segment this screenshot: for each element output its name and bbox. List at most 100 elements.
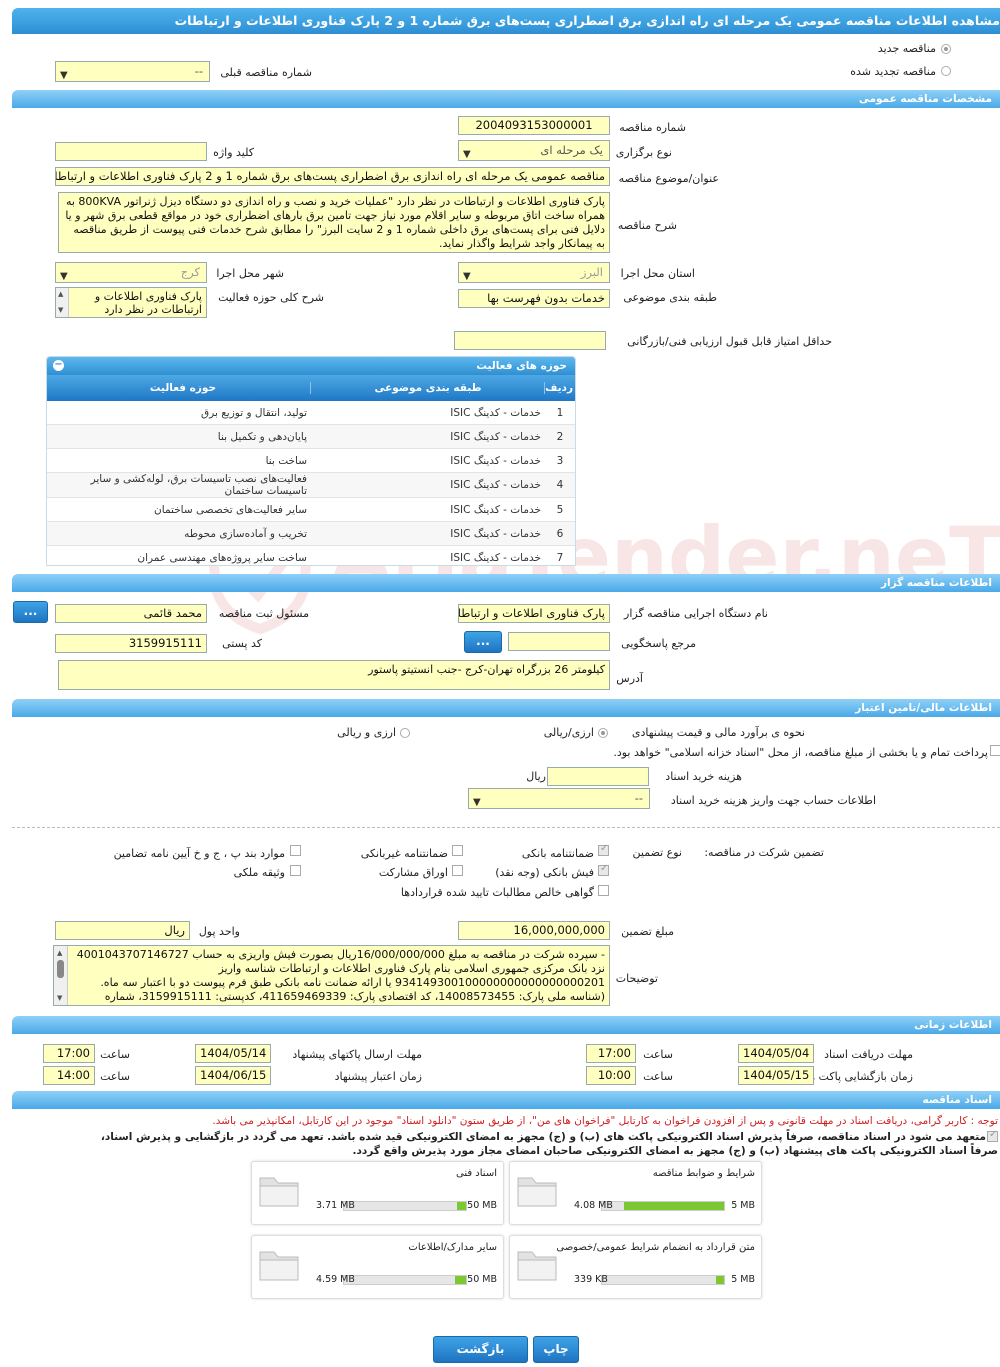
doc-fee-field[interactable] — [547, 767, 649, 786]
row-number: 1 — [545, 401, 575, 425]
notes-label: توضیحات — [615, 972, 658, 985]
receive-time-field[interactable]: 17:00 — [586, 1044, 636, 1063]
currency-unit-label: واحد پول — [198, 925, 240, 938]
receive-time-label: ساعت — [643, 1048, 673, 1061]
send-date-field[interactable]: 1404/05/14 — [195, 1044, 271, 1063]
doc-card[interactable]: شرایط و ضوابط مناقصه 5 MB 4.08 MB — [509, 1161, 762, 1225]
renewed-tender-radio[interactable] — [941, 66, 951, 76]
nonbank-guarantee-checkbox[interactable] — [452, 845, 463, 856]
claims-checkbox[interactable] — [598, 885, 609, 896]
table-row: 7 خدمات - کدینگ ISIC ساخت سایر پروژه‌های م… — [47, 545, 575, 565]
category-label: طبقه بندی موضوعی — [623, 291, 717, 304]
back-button[interactable]: بازگشت — [433, 1336, 528, 1363]
validity-time-field[interactable]: 14:00 — [43, 1066, 95, 1085]
activity-desc-field[interactable]: پارک فناوری اطلاعات و ارتباطات در نظر دا… — [55, 287, 207, 318]
doc-card-max: 50 MB — [467, 1274, 497, 1285]
new-tender-radio[interactable] — [941, 44, 951, 54]
doc-card-name: شرایط و ضوابط مناقصه — [652, 1168, 755, 1179]
currency-rial-option-label: ارزی و ریالی — [337, 726, 396, 739]
keyword-label: کلید واژه — [213, 146, 254, 159]
table-row: 2 خدمات - کدینگ ISIC پایان‌دهی و تکمیل بنا — [47, 424, 575, 449]
notes-field[interactable]: - سپرده شرکت در مناقصه به مبلغ 16/000/00… — [53, 945, 610, 1006]
rial-radio[interactable] — [598, 728, 608, 738]
organizer-section-header: اطلاعات مناقصه گزار — [12, 574, 1000, 592]
row-field: ساخت بنا — [47, 448, 311, 473]
doc-card-max: 5 MB — [731, 1274, 755, 1285]
amount-field[interactable]: 16,000,000,000 — [458, 921, 610, 940]
scrollbar[interactable]: ▲ ▼ — [54, 946, 68, 1005]
currency-rial-radio[interactable] — [400, 728, 410, 738]
row-category: خدمات - کدینگ ISIC — [311, 472, 545, 498]
doc-card-size: 4.59 MB — [316, 1274, 355, 1285]
docs-notice: توجه : کاربر گرامی، دریافت اسناد در مهلت… — [212, 1115, 998, 1127]
opening-time-field[interactable]: 10:00 — [586, 1066, 636, 1085]
page-title: مشاهده اطلاعات مناقصه عمومی یک مرحله ای … — [12, 8, 1000, 34]
row-category: خدمات - کدینگ ISIC — [311, 401, 545, 425]
account-select[interactable]: -- ▼ — [468, 788, 650, 809]
activities-table-header: ردیف طبقه بندی موضوعی حوزه فعالیت — [47, 375, 575, 401]
validity-time-label: ساعت — [100, 1070, 130, 1083]
rial-option-label: ارزی/ریالی — [543, 726, 594, 739]
folder-icon — [517, 1177, 557, 1207]
min-score-field[interactable] — [454, 331, 606, 350]
docs-section-header: اسناد مناقصه — [12, 1091, 1000, 1109]
treasury-checkbox[interactable] — [990, 745, 1000, 756]
collapse-icon[interactable]: − — [53, 360, 64, 371]
row-field: سایر فعالیت‌های تخصصی ساختمان — [47, 497, 311, 522]
tender-number-field[interactable]: 2004093153000001 — [458, 116, 610, 135]
row-number: 6 — [545, 521, 575, 546]
officer-label: مسئول ثبت مناقصه — [218, 607, 309, 620]
org-field[interactable]: پارک فناوری اطلاعات و ارتباطات — [458, 604, 610, 623]
officer-field[interactable]: محمد قائمی — [55, 604, 207, 623]
opening-date-field[interactable]: 1404/05/15 — [738, 1066, 814, 1085]
chevron-down-icon: ▼ — [463, 149, 471, 160]
address-field[interactable]: کیلومتر 26 بزرگراه تهران-کرج -جنب انستیت… — [58, 660, 610, 690]
subject-field[interactable]: مناقصه عمومی یک مرحله ای راه اندازی برق … — [55, 167, 610, 186]
doc-size-progress — [343, 1275, 467, 1285]
row-number: 7 — [545, 545, 575, 565]
nonbank-guarantee-label: ضمانتنامه غیربانکی — [360, 847, 448, 860]
chevron-down-icon: ▼ — [473, 797, 481, 808]
bank-guarantee-checkbox[interactable] — [598, 843, 609, 856]
clauses-checkbox[interactable] — [290, 845, 301, 856]
print-button[interactable]: چاپ — [533, 1336, 579, 1363]
clauses-label: موارد بند پ ، ج و خ آیین نامه تضامین — [113, 847, 285, 860]
scrollbar[interactable]: ▲ ▼ — [56, 288, 69, 317]
prev-tender-select[interactable]: -- ▼ — [55, 61, 210, 82]
validity-date-field[interactable]: 1404/06/15 — [195, 1066, 271, 1085]
description-field[interactable]: پارک فناوری اطلاعات و ارتباطات در نظر دا… — [58, 192, 610, 253]
doc-card[interactable]: اسناد فنی 50 MB 3.71 MB — [251, 1161, 504, 1225]
receive-deadline-label: مهلت دریافت اسناد — [824, 1048, 913, 1061]
holding-type-label: نوع برگزاری — [615, 146, 672, 159]
ref-lookup-button[interactable]: ... — [464, 631, 502, 653]
property-checkbox[interactable] — [290, 865, 301, 876]
send-time-label: ساعت — [100, 1048, 130, 1061]
currency-unit-field[interactable]: ریال — [55, 921, 190, 940]
ref-field[interactable] — [508, 632, 610, 651]
category-field[interactable]: خدمات بدون فهرست بها — [458, 289, 610, 308]
row-field: تخریب و آماده‌سازی محوطه — [47, 521, 311, 546]
cash-checkbox[interactable] — [598, 863, 609, 876]
estimate-label: نحوه ی برآورد مالی و قیمت پیشنهادی — [631, 726, 805, 739]
row-field: فعالیت‌های نصب تاسیسات برق، لوله‌کشی و س… — [47, 472, 311, 498]
bonds-checkbox[interactable] — [452, 865, 463, 876]
folder-icon — [259, 1177, 299, 1207]
send-deadline-label: مهلت ارسال پاکتهای پیشنهاد — [292, 1048, 422, 1061]
guarantee-type-label: نوع تضمین — [632, 846, 682, 859]
holding-type-select[interactable]: یک مرحله ای ▼ — [458, 140, 610, 161]
send-time-field[interactable]: 17:00 — [43, 1044, 95, 1063]
chevron-down-icon: ▼ — [60, 70, 68, 81]
commitment-checkbox[interactable] — [987, 1129, 998, 1142]
doc-size-progress — [601, 1275, 725, 1285]
postal-field[interactable]: 3159915111 — [55, 634, 207, 653]
receive-date-field[interactable]: 1404/05/04 — [738, 1044, 814, 1063]
city-select[interactable]: کرج ▼ — [55, 262, 207, 283]
opening-label: زمان بازگشایی پاکت ها — [805, 1070, 913, 1083]
officer-lookup-button[interactable]: ... — [13, 601, 48, 623]
doc-card[interactable]: متن قرارداد به انضمام شرایط عمومی/خصوصی 5… — [509, 1235, 762, 1299]
province-select[interactable]: البرز ▼ — [458, 262, 610, 283]
account-label: اطلاعات حساب جهت واریز هزینه خرید اسناد — [670, 794, 876, 807]
keyword-field[interactable] — [55, 142, 207, 161]
doc-fee-label: هزینه خرید اسناد — [665, 770, 742, 783]
doc-card[interactable]: سایر مدارک/اطلاعات 50 MB 4.59 MB — [251, 1235, 504, 1299]
